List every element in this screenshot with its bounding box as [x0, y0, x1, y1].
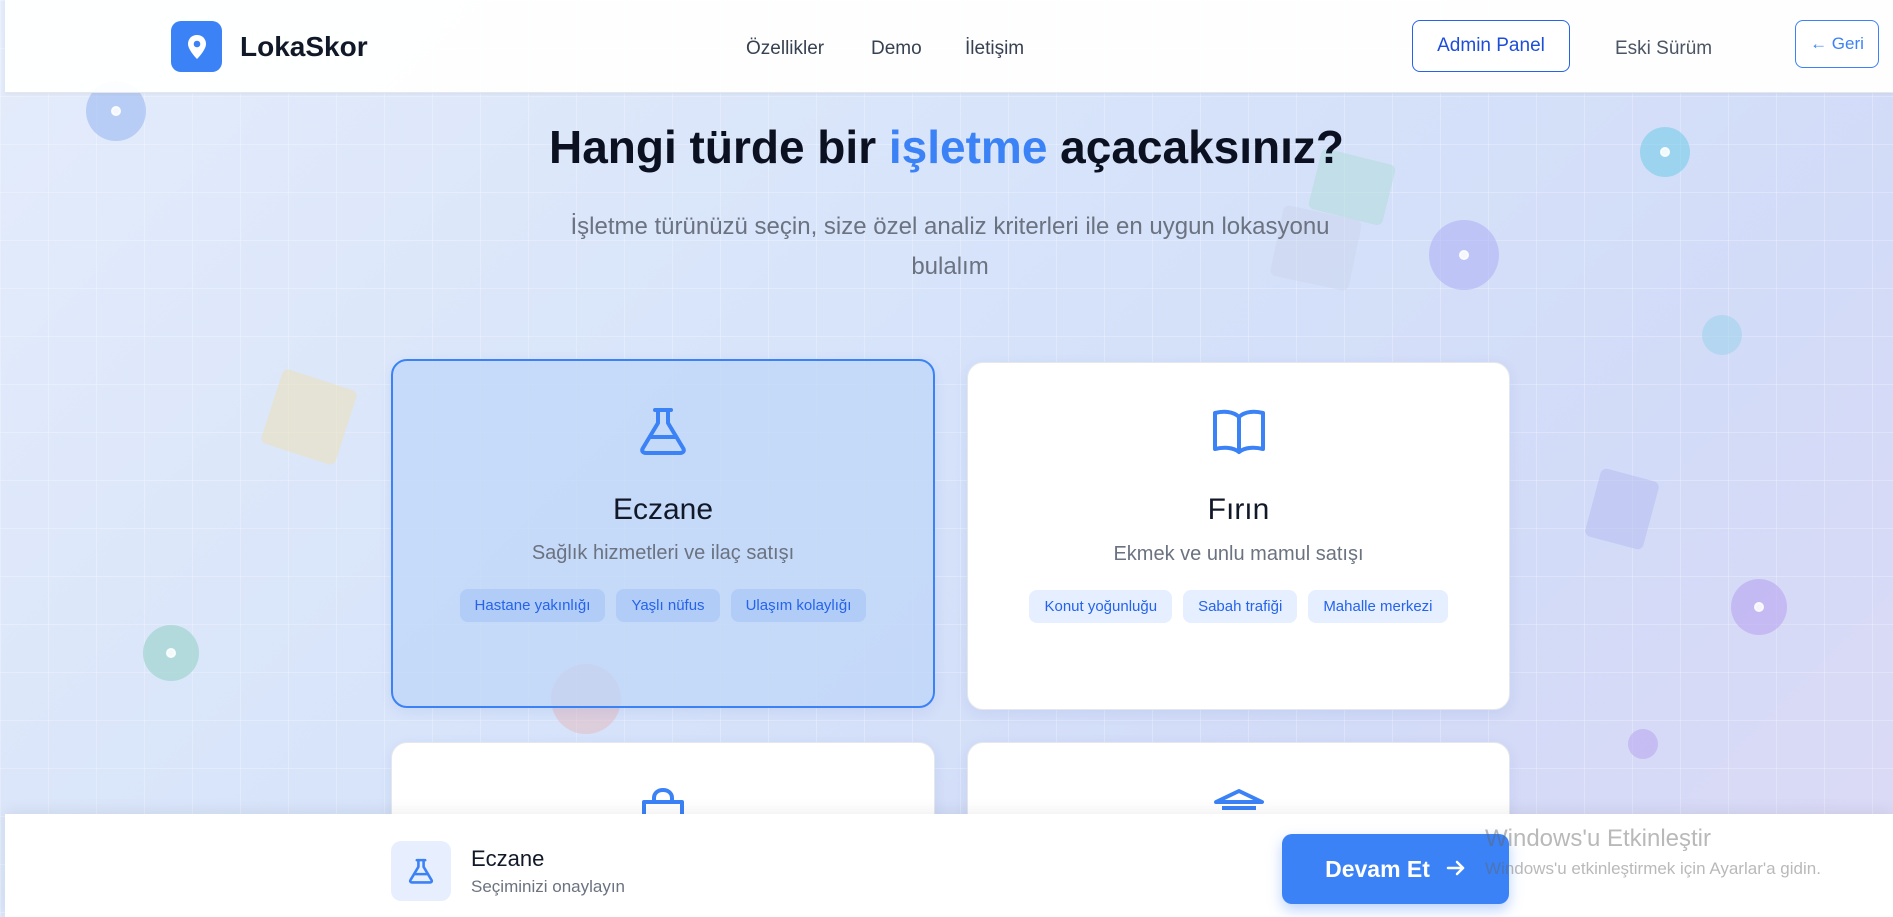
old-version-link[interactable]: Eski Sürüm	[1615, 38, 1712, 60]
nav-link-demo[interactable]: Demo	[871, 38, 922, 60]
continue-button[interactable]: Devam Et	[1282, 834, 1509, 904]
arrow-right-icon	[1446, 856, 1466, 883]
card-tags: Konut yoğunluğu Sabah trafiği Mahalle me…	[968, 590, 1509, 623]
card-title: Fırın	[1207, 493, 1270, 526]
criteria-tag: Konut yoğunluğu	[1029, 590, 1173, 623]
flask-icon	[391, 841, 451, 901]
decor-circle	[1702, 315, 1742, 355]
logo-text[interactable]: LokaSkor	[240, 31, 368, 63]
card-description: Sağlık hizmetleri ve ilaç satışı	[531, 542, 795, 564]
nav-link-features[interactable]: Özellikler	[746, 38, 824, 60]
criteria-tag: Yaşlı nüfus	[616, 589, 720, 622]
page-title: Hangi türde bir işletme açacaksınız?	[548, 121, 1345, 173]
top-navbar: LokaSkor Özellikler Demo İletişim Admin …	[5, 0, 1893, 93]
back-button[interactable]: ← Geri	[1795, 20, 1879, 68]
criteria-tag: Hastane yakınlığı	[459, 589, 606, 622]
windows-activation-title: Windows'u Etkinleştir	[1485, 825, 1711, 852]
card-title: Eczane	[612, 493, 714, 526]
card-tags: Hastane yakınlığı Yaşlı nüfus Ulaşım kol…	[393, 589, 933, 622]
page-subtitle: İşletme türünüzü seçin, size özel analiz…	[570, 213, 1330, 280]
admin-panel-button[interactable]: Admin Panel	[1412, 20, 1570, 72]
windows-activation-subtitle: Windows'u etkinleştirmek için Ayarlar'a …	[1485, 859, 1821, 878]
business-card-firin[interactable]: Fırın Ekmek ve unlu mamul satışı Konut y…	[967, 362, 1510, 710]
criteria-tag: Mahalle merkezi	[1308, 590, 1448, 623]
flask-icon	[393, 406, 933, 456]
logo-icon[interactable]	[171, 21, 222, 72]
criteria-tag: Sabah trafiği	[1183, 590, 1298, 623]
decor-circle	[143, 625, 199, 681]
decor-circle	[1628, 729, 1658, 759]
continue-label: Devam Et	[1325, 855, 1430, 882]
decor-circle	[1429, 220, 1499, 290]
book-open-icon	[968, 407, 1509, 455]
card-description: Ekmek ve unlu mamul satışı	[1113, 543, 1364, 565]
decor-circle	[1731, 579, 1787, 635]
criteria-tag: Ulaşım kolaylığı	[730, 589, 867, 622]
nav-link-contact[interactable]: İletişim	[965, 38, 1024, 60]
selected-business-hint: Seçiminizi onaylayın	[471, 877, 626, 896]
business-card-eczane[interactable]: Eczane Sağlık hizmetleri ve ilaç satışı …	[391, 359, 935, 708]
selected-business-name: Eczane	[471, 846, 545, 871]
